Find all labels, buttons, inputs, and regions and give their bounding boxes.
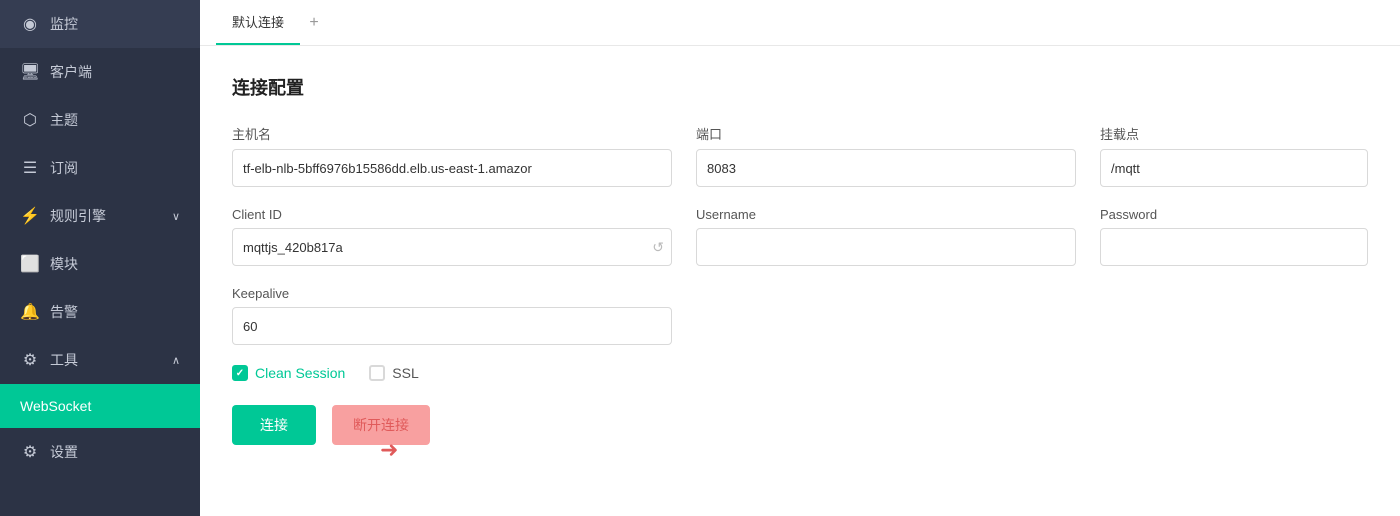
clientid-input-wrapper: ↺ <box>232 228 672 266</box>
sidebar-item-label: 主题 <box>50 110 78 130</box>
mount-group: 挂载点 <box>1100 124 1368 187</box>
alerts-icon: 🔔 <box>20 302 40 322</box>
settings-icon: ⚙ <box>20 442 40 462</box>
form-row-2: Client ID ↺ Username Password <box>232 207 1368 266</box>
port-input[interactable] <box>696 149 1076 187</box>
button-row: 连接 断开连接 ➜ <box>232 405 1368 445</box>
sidebar-item-alerts[interactable]: 🔔 告警 <box>0 288 200 336</box>
sidebar-item-client[interactable]: 🖥 客户端 <box>0 48 200 96</box>
mount-input[interactable] <box>1100 149 1368 187</box>
content-area: 连接配置 主机名 端口 挂载点 Client ID ↺ <box>200 46 1400 516</box>
modules-icon: ⬜ <box>20 254 40 274</box>
clientid-input[interactable] <box>232 228 672 266</box>
clientid-label: Client ID <box>232 207 672 222</box>
main-content: 默认连接 + 连接配置 主机名 端口 挂载点 Client ID <box>200 0 1400 516</box>
ssl-checkbox[interactable]: SSL <box>369 365 418 381</box>
rules-icon: ⚡ <box>20 206 40 226</box>
sidebar-item-modules[interactable]: ⬜ 模块 <box>0 240 200 288</box>
arrow-indicator: ➜ <box>380 437 398 463</box>
host-input[interactable] <box>232 149 672 187</box>
tools-icon: ⚙ <box>20 350 40 370</box>
tab-default-conn[interactable]: 默认连接 <box>216 0 300 45</box>
username-input[interactable] <box>696 228 1076 266</box>
clean-session-checkbox[interactable]: ✓ Clean Session <box>232 365 345 381</box>
sidebar-item-subscribe[interactable]: ☰ 订阅 <box>0 144 200 192</box>
host-group: 主机名 <box>232 124 672 187</box>
section-title: 连接配置 <box>232 74 1368 100</box>
tab-bar: 默认连接 + <box>200 0 1400 46</box>
check-mark: ✓ <box>236 368 244 379</box>
password-input[interactable] <box>1100 228 1368 266</box>
chevron-down-icon: ∨ <box>172 210 180 223</box>
sidebar-item-monitor[interactable]: ◉ 监控 <box>0 0 200 48</box>
sidebar-item-label: 工具 <box>50 350 78 370</box>
clientid-group: Client ID ↺ <box>232 207 672 266</box>
chevron-up-icon: ∧ <box>172 354 180 367</box>
clear-icon[interactable]: ↺ <box>652 239 664 256</box>
form-row-1: 主机名 端口 挂载点 <box>232 124 1368 187</box>
connect-button[interactable]: 连接 <box>232 405 316 445</box>
sidebar: ◉ 监控 🖥 客户端 ⬡ 主题 ☰ 订阅 ⚡ 规则引擎 ∨ ⬜ 模块 🔔 告警 … <box>0 0 200 516</box>
sidebar-item-label: 监控 <box>50 14 78 34</box>
sidebar-item-label: 设置 <box>50 442 78 462</box>
host-label: 主机名 <box>232 124 672 143</box>
keepalive-input[interactable] <box>232 307 672 345</box>
checkbox-row: ✓ Clean Session SSL <box>232 365 1368 381</box>
topic-icon: ⬡ <box>20 110 40 130</box>
password-group: Password <box>1100 207 1368 266</box>
port-group: 端口 <box>696 124 1076 187</box>
sidebar-item-label: 模块 <box>50 254 78 274</box>
port-label: 端口 <box>696 124 1076 143</box>
ssl-label: SSL <box>392 365 418 381</box>
sidebar-item-label: 规则引擎 <box>50 206 106 226</box>
tab-label: 默认连接 <box>232 12 284 31</box>
sidebar-item-label: 订阅 <box>50 158 78 178</box>
sidebar-item-rules[interactable]: ⚡ 规则引擎 ∨ <box>0 192 200 240</box>
sidebar-item-topic[interactable]: ⬡ 主题 <box>0 96 200 144</box>
websocket-label: WebSocket <box>20 398 91 414</box>
username-group: Username <box>696 207 1076 266</box>
clean-session-checkbox-box: ✓ <box>232 365 248 381</box>
subscribe-icon: ☰ <box>20 158 40 178</box>
sidebar-item-label: 告警 <box>50 302 78 322</box>
client-icon: 🖥 <box>20 62 40 82</box>
keepalive-group: Keepalive <box>232 286 672 345</box>
username-label: Username <box>696 207 1076 222</box>
clean-session-label: Clean Session <box>255 365 345 381</box>
sidebar-item-websocket[interactable]: WebSocket <box>0 384 200 428</box>
keepalive-label: Keepalive <box>232 286 672 301</box>
tab-add-button[interactable]: + <box>300 9 328 37</box>
monitor-icon: ◉ <box>20 14 40 34</box>
sidebar-item-settings[interactable]: ⚙ 设置 <box>0 428 200 476</box>
ssl-checkbox-box <box>369 365 385 381</box>
form-row-3: Keepalive <box>232 286 1368 345</box>
sidebar-item-label: 客户端 <box>50 62 92 82</box>
mount-label: 挂载点 <box>1100 124 1368 143</box>
password-label: Password <box>1100 207 1368 222</box>
sidebar-item-tools[interactable]: ⚙ 工具 ∧ <box>0 336 200 384</box>
